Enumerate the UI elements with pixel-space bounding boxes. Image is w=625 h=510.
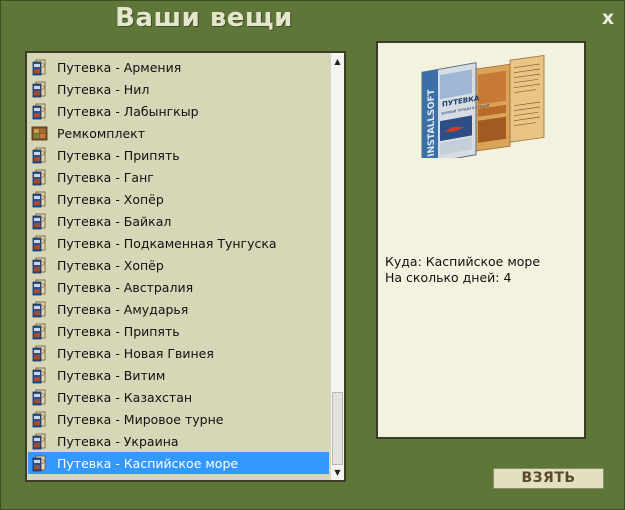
list-item-label: Путевка - Припять xyxy=(57,323,180,339)
list-item[interactable]: Путевка - Припять xyxy=(28,320,329,342)
list-item[interactable]: Путевка - Австралия xyxy=(28,276,329,298)
list-item[interactable]: Путевка - Лабынгкыр xyxy=(28,100,329,122)
list-item[interactable]: Путевка - Каспийское море xyxy=(28,452,329,474)
voucher-icon xyxy=(31,235,48,252)
list-item-label: Путевка - Казахстан xyxy=(57,389,193,405)
voucher-icon xyxy=(31,389,48,406)
scrollbar-thumb[interactable] xyxy=(332,392,343,465)
voucher-icon xyxy=(31,279,48,296)
list-item[interactable]: Путевка - Хопёр xyxy=(28,254,329,276)
items-list-panel: Путевка - Армения Путевка - Нил Путевка - … xyxy=(25,51,346,482)
item-description: Куда: Каспийское море На сколько дней: 4 xyxy=(385,254,540,286)
voucher-icon xyxy=(31,367,48,384)
list-item-label: Путевка - Припять xyxy=(57,147,180,163)
list-item-label: Путевка - Лабынгкыр xyxy=(57,103,199,119)
list-item-label: Путевка - Нил xyxy=(57,81,150,97)
list-item[interactable]: Путевка - Армения xyxy=(28,56,329,78)
item-details-panel: INSTALLSOFT ПУТЕВКА ЗИМНИЙ ТУРИЗМ В ГРЕЦ… xyxy=(376,41,586,439)
items-list[interactable]: Путевка - Армения Путевка - Нил Путевка - … xyxy=(27,53,331,480)
vertical-scrollbar[interactable]: ▲ ▼ xyxy=(331,53,344,480)
destination-text: Куда: Каспийское море xyxy=(385,254,541,269)
voucher-brochure-image: INSTALLSOFT ПУТЕВКА ЗИМНИЙ ТУРИЗМ В ГРЕЦ… xyxy=(421,54,545,158)
voucher-icon xyxy=(31,81,48,98)
list-item-label: Путевка - Хопёр xyxy=(57,257,164,273)
list-item-label: Путевка - Каспийское море xyxy=(57,455,239,471)
list-item[interactable]: Путевка - Нил xyxy=(28,78,329,100)
list-item-label: Путевка - Витим xyxy=(57,367,166,383)
list-item[interactable]: Путевка - Ганг xyxy=(28,166,329,188)
voucher-icon xyxy=(31,455,48,472)
list-item-label: Путевка - Армения xyxy=(57,59,182,75)
voucher-icon xyxy=(31,103,48,120)
list-item[interactable]: Путевка - Амударья xyxy=(28,298,329,320)
voucher-icon xyxy=(31,433,48,450)
list-item-label: Путевка - Хопёр xyxy=(57,191,164,207)
repair-kit-icon xyxy=(31,125,48,142)
list-item-label: Путевка - Новая Гвинея xyxy=(57,345,214,361)
voucher-icon xyxy=(31,59,48,76)
list-item-label: Путевка - Байкал xyxy=(57,213,172,229)
voucher-icon xyxy=(31,411,48,428)
voucher-icon xyxy=(31,169,48,186)
list-item-label: Путевка - Украина xyxy=(57,433,179,449)
take-button[interactable]: ВЗЯТЬ xyxy=(493,468,604,489)
list-item-label: Путевка - Австралия xyxy=(57,279,194,295)
list-item-label: Путевка - Подкаменная Тунгуска xyxy=(57,235,277,251)
list-item[interactable]: Путевка - Казахстан xyxy=(28,386,329,408)
voucher-icon xyxy=(31,147,48,164)
svg-text:INSTALLSOFT: INSTALLSOFT xyxy=(427,87,437,157)
list-item[interactable]: Путевка - Мировое турне xyxy=(28,408,329,430)
scroll-up-arrow-icon[interactable]: ▲ xyxy=(331,55,344,69)
inventory-window: Ваши вещи x Путевка - Армения Путевка - Н… xyxy=(0,0,625,510)
list-item[interactable]: Путевка - Украина xyxy=(28,430,329,452)
list-item[interactable]: Ремкомплект xyxy=(28,122,329,144)
voucher-icon xyxy=(31,345,48,362)
list-item-label: Путевка - Мировое турне xyxy=(57,411,224,427)
list-item-label: Ремкомплект xyxy=(57,125,145,141)
voucher-icon xyxy=(31,213,48,230)
list-item-label: Путевка - Амударья xyxy=(57,301,189,317)
window-title: Ваши вещи xyxy=(115,3,293,33)
list-item[interactable]: Путевка - Витим xyxy=(28,364,329,386)
list-item[interactable]: Путевка - Байкал xyxy=(28,210,329,232)
list-item[interactable]: Путевка - Подкаменная Тунгуска xyxy=(28,232,329,254)
list-item[interactable]: Путевка - Хопёр xyxy=(28,188,329,210)
voucher-icon xyxy=(31,191,48,208)
close-button[interactable]: x xyxy=(597,7,619,29)
voucher-icon xyxy=(31,301,48,318)
list-item[interactable]: Путевка - Новая Гвинея xyxy=(28,342,329,364)
voucher-icon xyxy=(31,257,48,274)
list-item-label: Путевка - Ганг xyxy=(57,169,154,185)
scroll-down-arrow-icon[interactable]: ▼ xyxy=(331,466,344,480)
duration-text: На сколько дней: 4 xyxy=(385,270,512,285)
voucher-icon xyxy=(31,323,48,340)
list-item[interactable]: Путевка - Припять xyxy=(28,144,329,166)
